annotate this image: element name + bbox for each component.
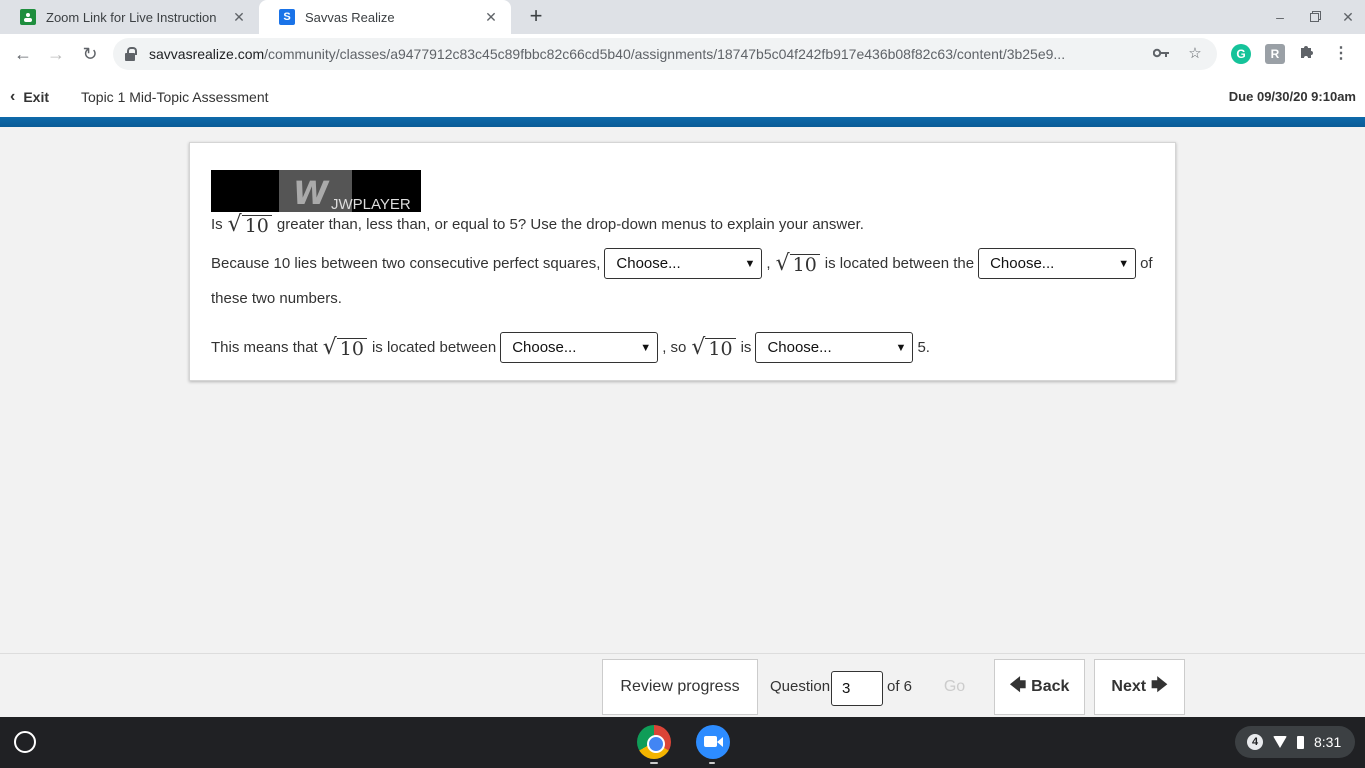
close-tab-icon[interactable]: ✕	[231, 9, 247, 25]
exit-label: Exit	[23, 89, 50, 105]
google-classroom-icon	[20, 9, 36, 25]
grammarly-icon[interactable]: G	[1231, 44, 1251, 64]
minimize-icon[interactable]: –	[1269, 6, 1291, 28]
dropdown-square-roots[interactable]: Choose... ▼	[978, 248, 1137, 279]
assessment-header: ‹ Exit Topic 1 Mid-Topic Assessment Due …	[0, 74, 1365, 119]
question-label: Question	[770, 678, 831, 695]
review-progress-button[interactable]: Review progress	[602, 659, 758, 715]
tab-title: Savvas Realize	[305, 9, 395, 25]
question-navigation: Review progress Question 3 of 6 Go 🡄 Bac…	[0, 653, 1365, 717]
url-text[interactable]: savvasrealize.com/community/classes/a947…	[149, 46, 1149, 62]
chevron-left-icon: ‹	[10, 88, 16, 105]
new-tab-button[interactable]: +	[524, 5, 548, 29]
close-window-icon[interactable]: ✕	[1337, 6, 1359, 28]
exit-button[interactable]: ‹ Exit	[10, 88, 49, 106]
restore-icon[interactable]	[1304, 6, 1326, 28]
chevron-down-icon: ▼	[744, 257, 756, 270]
due-date: Due 09/30/20 9:10am	[1228, 89, 1356, 104]
extension-r-icon[interactable]: R	[1265, 44, 1285, 64]
savvas-icon: S	[279, 9, 295, 25]
answer-sentence-2: This means that √ 10 is located between C…	[211, 332, 930, 363]
menu-kebab-icon[interactable]: ⋮	[1331, 44, 1351, 64]
jwplayer-logo-icon: W	[293, 174, 328, 212]
chevron-down-icon: ▼	[895, 341, 907, 354]
browser-tab-strip: Zoom Link for Live Instruction ✕ S Savva…	[0, 0, 1365, 34]
key-icon[interactable]	[1149, 42, 1173, 66]
answer-sentence-1-continued: these two numbers.	[211, 290, 342, 307]
arrow-right-icon: 🡆	[1151, 676, 1168, 694]
go-button[interactable]: Go	[926, 659, 983, 715]
question-number-input[interactable]: 3	[831, 671, 883, 706]
arrow-left-icon: 🡄	[1009, 676, 1027, 694]
dropdown-between-values[interactable]: Choose... ▼	[500, 332, 659, 363]
extensions-puzzle-icon[interactable]	[1297, 44, 1317, 64]
battery-icon	[1297, 735, 1304, 749]
launcher-icon[interactable]	[14, 731, 36, 753]
notification-count: 4	[1247, 734, 1263, 750]
square-root-expression: √ 10	[228, 213, 272, 236]
chrome-icon[interactable]	[637, 725, 671, 759]
question-total: of 6	[887, 678, 913, 695]
reload-icon[interactable]: ↻	[78, 42, 102, 66]
close-tab-icon[interactable]: ✕	[483, 9, 499, 25]
address-bar[interactable]: savvasrealize.com/community/classes/a947…	[113, 38, 1217, 70]
running-indicator	[709, 762, 715, 764]
status-tray[interactable]: 4 8:31	[1235, 726, 1355, 758]
chevron-down-icon: ▼	[640, 341, 652, 354]
running-indicator	[650, 762, 658, 764]
tab-zoom-link[interactable]: Zoom Link for Live Instruction ✕	[0, 0, 259, 34]
video-player[interactable]: W JWPLAYER	[211, 170, 421, 212]
header-accent-bar	[0, 117, 1365, 127]
tab-title: Zoom Link for Live Instruction	[46, 9, 217, 25]
dropdown-perfect-squares[interactable]: Choose... ▼	[604, 248, 763, 279]
answer-sentence-1: Because 10 lies between two consecutive …	[211, 248, 1153, 279]
dropdown-comparison[interactable]: Choose... ▼	[755, 332, 914, 363]
back-button[interactable]: 🡄 Back	[994, 659, 1085, 715]
os-shelf: 4 8:31	[0, 717, 1365, 768]
bookmark-star-icon[interactable]: ☆	[1183, 42, 1207, 66]
square-root-expression: √ 10	[691, 336, 736, 359]
zoom-icon[interactable]	[696, 725, 730, 759]
question-prompt: Is √ 10 greater than, less than, or equal…	[211, 212, 864, 237]
tab-savvas-realize[interactable]: S Savvas Realize ✕	[259, 0, 511, 34]
browser-toolbar: ← → ↻ savvasrealize.com/community/classe…	[0, 34, 1365, 74]
square-root-expression: √ 10	[323, 336, 367, 359]
lock-icon	[125, 47, 137, 61]
page-title: Topic 1 Mid-Topic Assessment	[81, 89, 269, 105]
player-brand: JWPLAYER	[331, 196, 411, 212]
back-arrow-icon[interactable]: ←	[11, 42, 35, 66]
next-button[interactable]: Next 🡆	[1094, 659, 1185, 715]
clock: 8:31	[1314, 734, 1342, 750]
forward-arrow-icon[interactable]: →	[44, 42, 68, 66]
square-root-expression: √ 10	[776, 252, 820, 275]
question-card: W JWPLAYER Is √ 10 greater than, less tha…	[189, 142, 1176, 381]
chevron-down-icon: ▼	[1118, 257, 1130, 270]
wifi-icon	[1273, 736, 1287, 748]
